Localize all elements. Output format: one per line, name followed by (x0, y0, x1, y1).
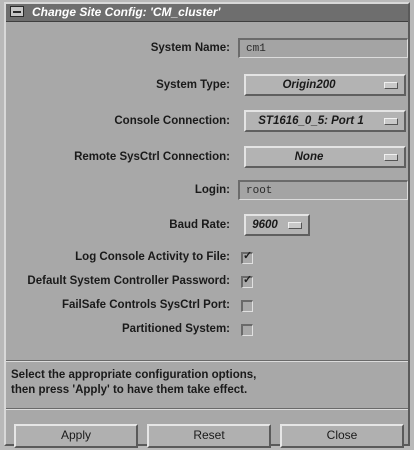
remote-sysctrl-row: Remote SysCtrl Connection: None (6, 146, 408, 170)
console-connection-value: ST1616_0_5: Port 1 (258, 115, 364, 127)
console-connection-row: Console Connection: ST1616_0_5: Port 1 (6, 110, 408, 134)
baud-rate-value: 9600 (252, 219, 278, 231)
login-row: Login: root (6, 180, 408, 204)
option-menu-indicator-icon (384, 82, 398, 89)
remote-sysctrl-option-menu[interactable]: None (244, 146, 406, 168)
system-type-option-menu[interactable]: Origin200 (244, 74, 406, 96)
system-name-row: System Name: cm1 (6, 38, 408, 62)
baud-rate-label: Baud Rate: (169, 219, 230, 231)
checkmark-icon: ✓ (243, 274, 253, 286)
remote-sysctrl-value: None (294, 151, 324, 163)
default-password-checkbox[interactable]: ✓ (241, 274, 253, 288)
apply-button[interactable]: Apply (14, 424, 138, 448)
baud-rate-option-menu[interactable]: 9600 (244, 214, 310, 236)
system-type-row: System Type: Origin200 (6, 74, 408, 98)
baud-rate-row: Baud Rate: 9600 (6, 214, 408, 238)
partitioned-row: Partitioned System: (6, 322, 408, 346)
failsafe-controls-row: FailSafe Controls SysCtrl Port: (6, 298, 408, 322)
login-label: Login: (194, 184, 230, 196)
partitioned-checkbox[interactable] (241, 324, 253, 336)
window-title: Change Site Config: 'CM_cluster' (32, 5, 221, 19)
failsafe-controls-checkbox[interactable] (241, 300, 253, 312)
console-connection-option-menu[interactable]: ST1616_0_5: Port 1 (244, 110, 406, 132)
close-button[interactable]: Close (280, 424, 404, 448)
log-console-row: Log Console Activity to File: ✓ (6, 250, 408, 274)
log-console-checkbox[interactable]: ✓ (241, 250, 253, 264)
checkmark-icon: ✓ (243, 250, 253, 262)
partitioned-label: Partitioned System: (122, 323, 230, 335)
console-connection-label: Console Connection: (114, 115, 230, 127)
default-password-label: Default System Controller Password: (27, 275, 230, 287)
remote-sysctrl-label: Remote SysCtrl Connection: (74, 151, 230, 163)
help-line-1: Select the appropriate configuration opt… (11, 369, 257, 381)
system-type-value: Origin200 (282, 79, 336, 91)
change-site-config-dialog: Change Site Config: 'CM_cluster' System … (4, 2, 410, 448)
separator (6, 408, 408, 410)
failsafe-controls-label: FailSafe Controls SysCtrl Port: (61, 299, 230, 311)
option-menu-indicator-icon (384, 154, 398, 161)
system-name-label: System Name: (150, 42, 230, 54)
help-line-2: then press 'Apply' to have them take eff… (11, 384, 248, 396)
separator (6, 360, 408, 362)
system-name-field[interactable]: cm1 (238, 38, 408, 58)
option-menu-indicator-icon (288, 222, 302, 229)
reset-button[interactable]: Reset (147, 424, 271, 448)
system-type-label: System Type: (156, 79, 230, 91)
title-bar: Change Site Config: 'CM_cluster' (6, 4, 408, 22)
window-menu-icon[interactable] (10, 6, 24, 17)
help-message: Select the appropriate configuration opt… (11, 368, 405, 398)
default-password-row: Default System Controller Password: ✓ (6, 274, 408, 298)
log-console-label: Log Console Activity to File: (75, 251, 230, 263)
login-field[interactable]: root (238, 180, 408, 200)
option-menu-indicator-icon (384, 118, 398, 125)
